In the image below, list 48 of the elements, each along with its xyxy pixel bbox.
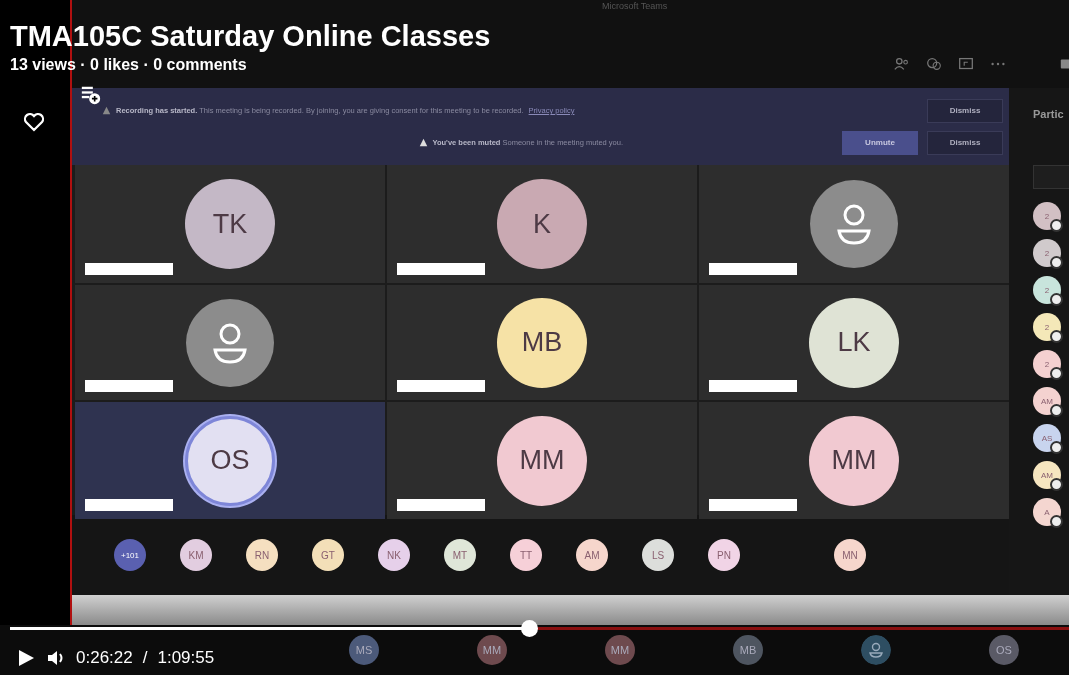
banner-button[interactable]: Unmute <box>842 130 918 155</box>
chat-icon[interactable] <box>925 55 943 73</box>
avatar[interactable]: 2 <box>1033 276 1061 304</box>
people-icon[interactable] <box>893 55 911 73</box>
avatar: MB <box>497 297 587 388</box>
avatar[interactable]: LS <box>642 539 674 571</box>
avatar[interactable]: 2 <box>1033 313 1061 341</box>
avatar[interactable]: TT <box>510 539 542 571</box>
heart-icon[interactable] <box>22 110 46 134</box>
avatar: MM <box>809 415 899 506</box>
avatar[interactable]: MN <box>834 539 866 571</box>
banner-button[interactable]: Dismiss <box>927 130 1003 155</box>
avatar: TK <box>185 179 275 269</box>
avatar[interactable]: AS <box>1033 424 1061 452</box>
warning-icon <box>102 106 111 115</box>
avatar[interactable]: GT <box>312 539 344 571</box>
time-separator: / <box>142 648 148 668</box>
avatar: MS <box>349 635 379 665</box>
duration: 1:09:55 <box>157 648 215 668</box>
avatar: MB <box>733 635 763 665</box>
app-title: Microsoft Teams <box>602 1 668 11</box>
add-to-playlist-icon[interactable] <box>80 84 102 106</box>
avatar[interactable]: PN <box>708 539 740 571</box>
banner-button[interactable]: Dismiss <box>927 98 1003 123</box>
avatar[interactable]: RN <box>246 539 278 571</box>
current-time: 0:26:22 <box>76 648 133 668</box>
avatar[interactable]: AM <box>1033 387 1061 415</box>
avatar: MM <box>497 415 587 506</box>
avatar[interactable]: 2 <box>1033 350 1061 378</box>
avatar[interactable]: 2 <box>1033 239 1061 267</box>
avatar: MM <box>477 635 507 665</box>
avatar[interactable]: 2 <box>1033 202 1061 230</box>
warning-icon <box>418 138 428 147</box>
panel-title: Partic <box>1033 108 1064 120</box>
avatar[interactable]: A <box>1033 498 1061 526</box>
avatar[interactable]: +101 <box>114 539 146 571</box>
avatar[interactable]: NK <box>378 539 410 571</box>
avatar[interactable]: AM <box>1033 461 1061 489</box>
progress-bar[interactable] <box>10 620 1069 637</box>
avatar: MM <box>605 635 635 665</box>
avatar: K <box>497 179 587 269</box>
avatar: OS <box>989 635 1019 665</box>
play-icon[interactable] <box>16 648 36 668</box>
avatar[interactable]: MT <box>444 539 476 571</box>
avatar[interactable]: KM <box>180 539 212 571</box>
avatar: OS <box>185 415 275 506</box>
avatar[interactable]: AM <box>576 539 608 571</box>
avatar: LK <box>809 297 899 388</box>
